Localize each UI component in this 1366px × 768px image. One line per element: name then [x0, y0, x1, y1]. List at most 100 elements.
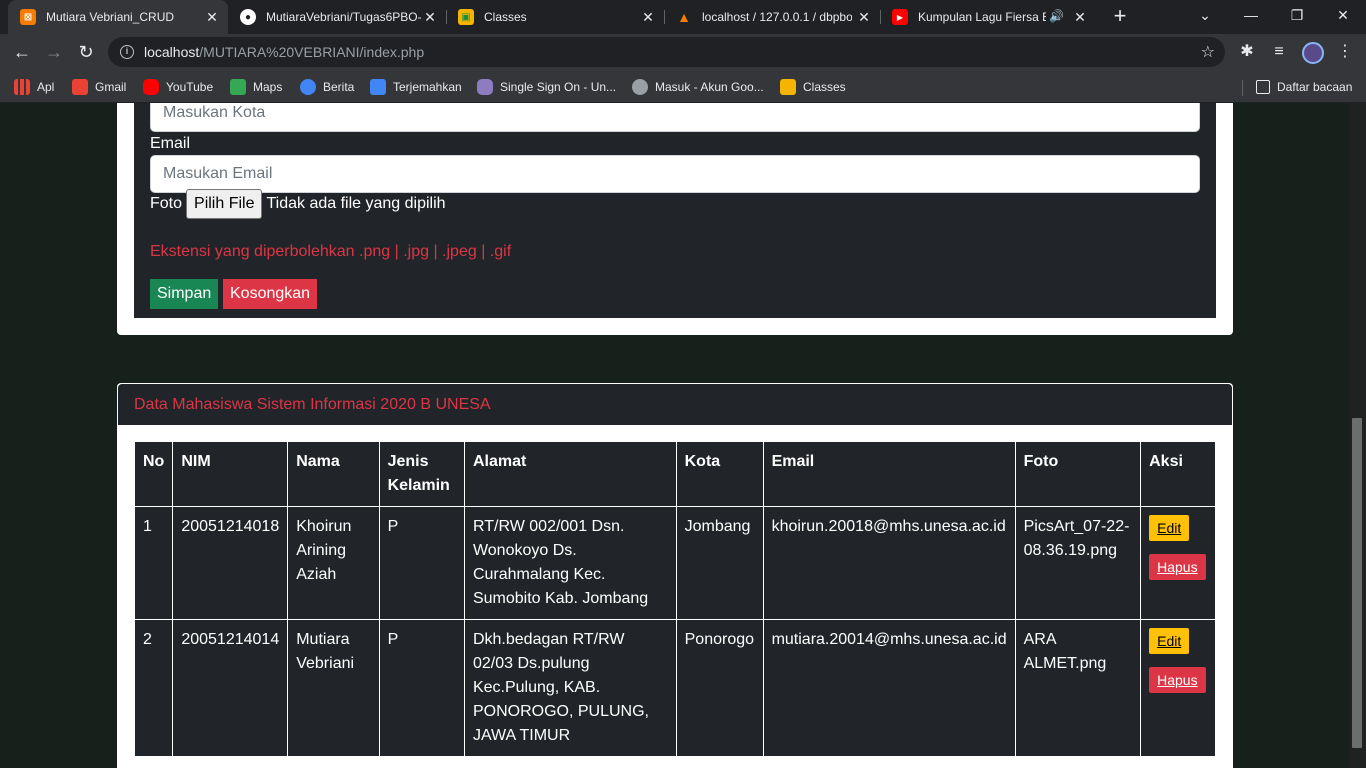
bookmark-label: Terjemahkan [393, 80, 462, 94]
form-body: Email Foto Pilih File Tidak ada file yan… [134, 103, 1216, 318]
tab-title: Mutiara Vebriani_CRUD [46, 10, 175, 24]
cell-email: mutiara.20014@mhs.unesa.ac.id [762, 619, 1016, 757]
bookmark-google-account[interactable]: Masuk - Akun Goo... [632, 76, 764, 98]
tab-phpmyadmin[interactable]: ▲ localhost / 127.0.0.1 / dbpbo ✕ [664, 0, 880, 34]
bookmark-classes[interactable]: Classes [780, 76, 846, 98]
maps-icon [230, 79, 246, 95]
bookmark-berita[interactable]: Berita [300, 76, 354, 98]
cell-nim: 20051214014 [172, 619, 289, 757]
bookmark-star-icon[interactable]: ☆ [1201, 42, 1215, 62]
tab-github[interactable]: ● MutiaraVebriani/Tugas6PBO- ✕ [228, 0, 446, 34]
table-header-row: No NIM Nama Jenis Kelamin Alamat Kota Em… [133, 441, 1216, 507]
edit-button[interactable]: Edit [1149, 515, 1190, 541]
tab-youtube[interactable]: ▶ Kumpulan Lagu Fiersa Be 🔊 ✕ [880, 0, 1096, 34]
bookmark-label: Apl [37, 80, 55, 94]
translate-icon [370, 79, 386, 95]
cell-nama: Khoirun Arining Aziah [287, 506, 380, 620]
bookmark-label: Berita [323, 80, 355, 94]
audio-playing-icon[interactable]: 🔊 [1049, 9, 1064, 23]
bookmark-label: Classes [803, 80, 846, 94]
reading-list-label: Daftar bacaan [1277, 80, 1353, 94]
menu-icon[interactable]: ⋮ [1334, 41, 1356, 63]
cell-alamat: Dkh.bedagan RT/RW 02/03 Ds.pulung Kec.Pu… [463, 619, 677, 757]
classroom-icon: ▣ [458, 9, 474, 25]
email-input[interactable] [150, 155, 1200, 193]
bookmark-translate[interactable]: Terjemahkan [370, 76, 462, 98]
delete-button[interactable]: Hapus [1149, 554, 1206, 580]
minimize-button[interactable]: — [1228, 0, 1274, 34]
email-label: Email [150, 135, 191, 152]
browser-toolbar: ← → ↻ i localhost/MUTIARA%20VEBRIANI/ind… [0, 34, 1366, 70]
close-tab-icon[interactable]: ✕ [204, 9, 220, 25]
column-header: Foto [1014, 441, 1142, 507]
choose-file-button[interactable]: Pilih File [186, 189, 263, 219]
tab-title: MutiaraVebriani/Tugas6PBO- [266, 10, 422, 24]
cell-no: 1 [133, 506, 174, 620]
xampp-favicon-icon: ⊠ [20, 9, 36, 25]
bookmark-label: Single Sign On - Un... [500, 80, 617, 94]
youtube-icon [143, 79, 159, 95]
save-button[interactable]: Simpan [150, 279, 219, 309]
bookmark-label: Gmail [95, 80, 127, 94]
close-tab-icon[interactable]: ✕ [422, 9, 438, 25]
column-header: Aksi [1140, 441, 1216, 507]
tab-classes[interactable]: ▣ Classes ✕ [446, 0, 664, 34]
column-header: Kota [675, 441, 764, 507]
bookmark-label: Maps [253, 80, 283, 94]
cell-aksi: Edit Hapus [1140, 506, 1216, 620]
scrollbar-thumb[interactable] [1352, 418, 1362, 748]
table-row: 1 20051214018 Khoirun Arining Aziah P RT… [133, 506, 1216, 620]
classroom-icon [780, 79, 796, 95]
forward-button[interactable]: → [40, 38, 68, 66]
close-tab-icon[interactable]: ✕ [856, 9, 872, 25]
column-header: Alamat [463, 441, 677, 507]
column-header: NIM [172, 441, 289, 507]
close-window-button[interactable]: ✕ [1320, 0, 1366, 34]
cell-aksi: Edit Hapus [1140, 619, 1216, 757]
new-tab-button[interactable]: + [1108, 5, 1132, 29]
tab-title: Classes [484, 10, 527, 24]
kota-input[interactable] [150, 103, 1200, 132]
clear-button[interactable]: Kosongkan [223, 279, 318, 309]
tab-search-icon[interactable]: ⌄ [1182, 0, 1228, 34]
edit-button[interactable]: Edit [1149, 628, 1190, 654]
bookmark-maps[interactable]: Maps [230, 76, 282, 98]
close-tab-icon[interactable]: ✕ [640, 9, 656, 25]
data-table: No NIM Nama Jenis Kelamin Alamat Kota Em… [133, 441, 1216, 757]
reading-list-button[interactable]: Daftar bacaan [1256, 76, 1352, 98]
restore-button[interactable]: ❐ [1274, 0, 1320, 34]
bookmark-apps[interactable]: Apl [14, 76, 54, 98]
cell-foto: ARA ALMET.png [1014, 619, 1142, 757]
reload-button[interactable]: ↻ [72, 38, 100, 66]
extensions-icon[interactable]: ✱ [1236, 41, 1258, 63]
phpmyadmin-icon: ▲ [677, 9, 691, 25]
google-account-icon [632, 79, 648, 95]
cell-jenis-kelamin: P [378, 506, 465, 620]
cell-nama: Mutiara Vebriani [287, 619, 380, 757]
site-info-icon[interactable]: i [120, 45, 134, 59]
cell-jenis-kelamin: P [378, 619, 465, 757]
bookmark-youtube[interactable]: YouTube [143, 76, 213, 98]
foto-label: Foto [150, 195, 183, 212]
cell-alamat: RT/RW 002/001 Dsn. Wonokoyo Ds. Curahmal… [463, 506, 677, 620]
form-card: Email Foto Pilih File Tidak ada file yan… [117, 103, 1233, 335]
bookmark-sso[interactable]: Single Sign On - Un... [477, 76, 616, 98]
file-status: Tidak ada file yang dipilih [266, 195, 446, 212]
tab-active[interactable]: ⊠ Mutiara Vebriani_CRUD ✕ [8, 0, 228, 34]
cell-email: khoirun.20018@mhs.unesa.ac.id [762, 506, 1016, 620]
address-bar[interactable]: i localhost/MUTIARA%20VEBRIANI/index.php… [108, 37, 1225, 67]
data-card: Data Mahasiswa Sistem Informasi 2020 B U… [117, 383, 1233, 768]
url-path: /MUTIARA%20VEBRIANI/index.php [199, 44, 425, 60]
bookmark-gmail[interactable]: Gmail [72, 76, 126, 98]
profile-avatar[interactable] [1302, 42, 1324, 64]
bookmark-label: Masuk - Akun Goo... [655, 80, 764, 94]
close-tab-icon[interactable]: ✕ [1072, 9, 1088, 25]
back-button[interactable]: ← [8, 38, 36, 66]
delete-button[interactable]: Hapus [1149, 667, 1206, 693]
cell-foto: PicsArt_07-22-08.36.19.png [1014, 506, 1142, 620]
media-control-icon[interactable]: ≡ [1268, 41, 1290, 63]
url-host: localhost [144, 44, 200, 60]
reading-list-icon [1256, 80, 1270, 94]
bookmarks-bar: Apl Gmail YouTube Maps Berita Terjemahka… [0, 70, 1366, 103]
youtube-icon: ▶ [892, 9, 908, 25]
